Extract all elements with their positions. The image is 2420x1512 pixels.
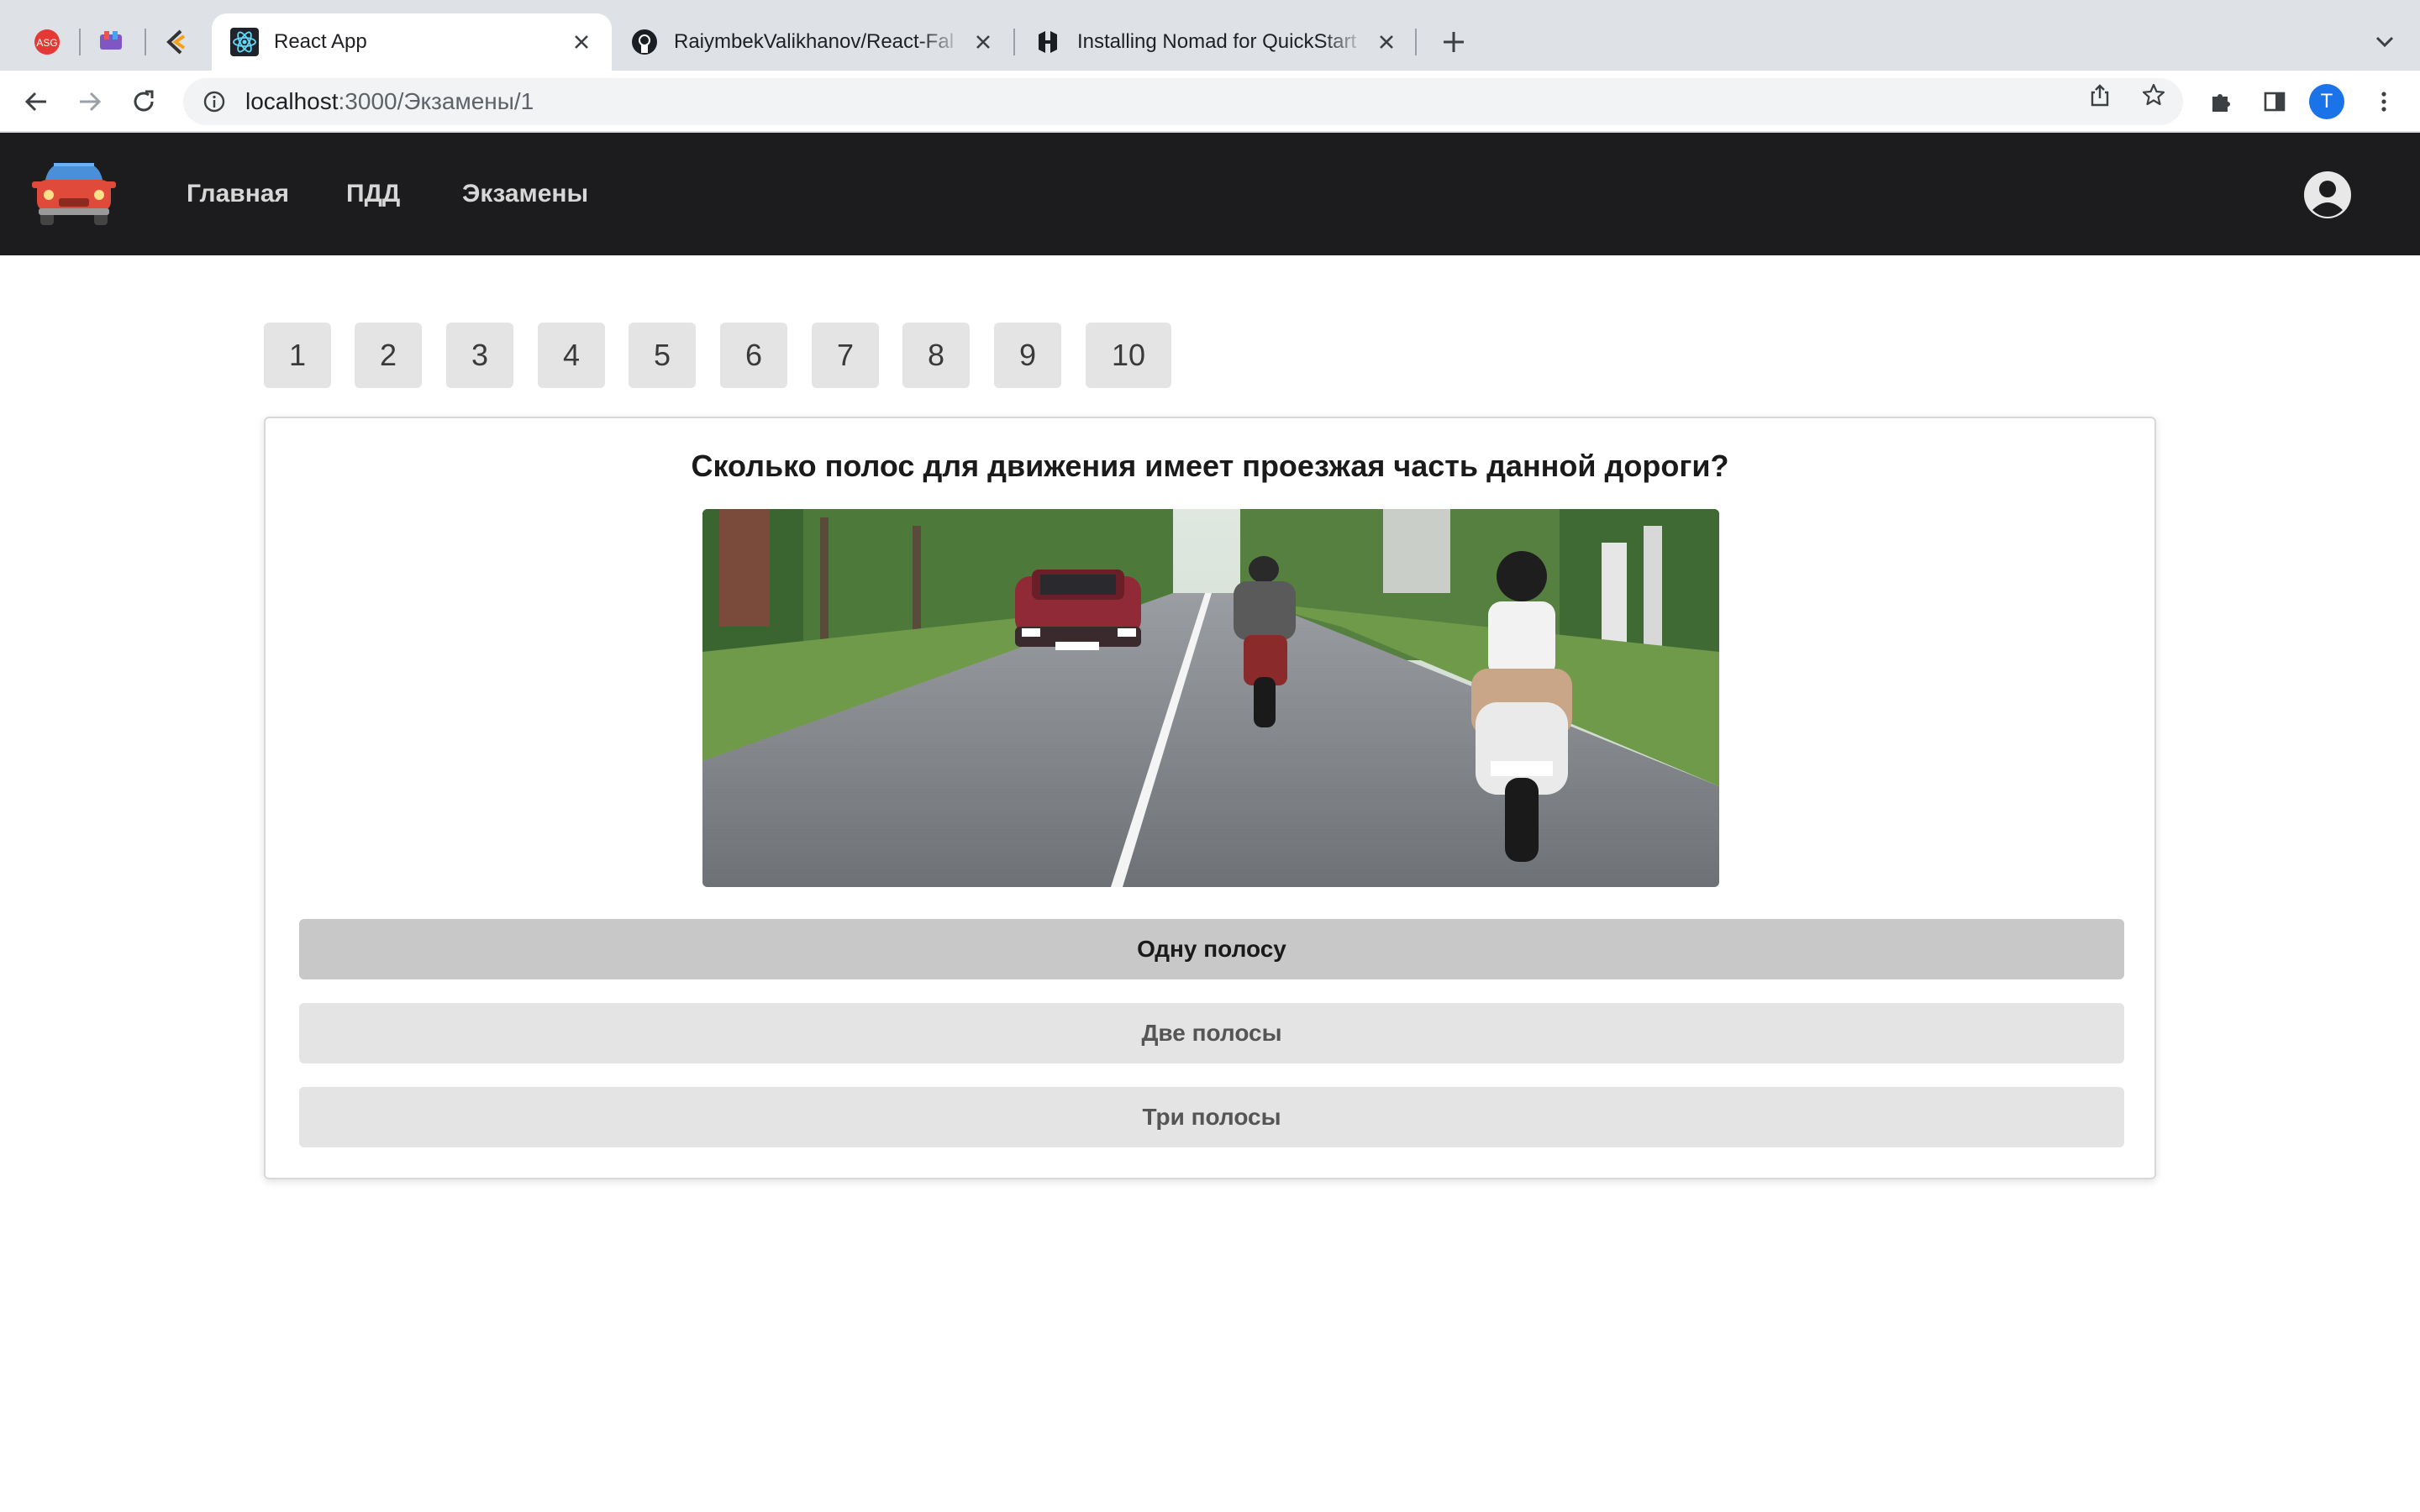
question-number-button[interactable]: 7 (812, 323, 879, 388)
tab-separator (1415, 29, 1417, 55)
question-number-button[interactable]: 4 (538, 323, 605, 388)
close-tab-icon[interactable] (570, 30, 593, 54)
question-card: Сколько полос для движения имеет проезжа… (264, 417, 2156, 1179)
nav-link-exams[interactable]: Экзамены (462, 180, 588, 208)
star-icon (2142, 83, 2165, 106)
question-text: Сколько полос для движения имеет проезжа… (691, 449, 1729, 483)
pinned-app-icon (166, 29, 186, 55)
tab-separator (145, 29, 146, 55)
answer-option[interactable]: Одну полосу (299, 919, 2124, 979)
question-number-button[interactable]: 9 (994, 323, 1061, 388)
pinned-tab[interactable] (91, 22, 131, 62)
new-tab-button[interactable] (1437, 25, 1470, 59)
tab-search-button[interactable] (2368, 25, 2402, 59)
svg-text:ASG: ASG (36, 37, 57, 49)
tab-title: RaiymbekValikhanov/React-Fal (674, 30, 955, 53)
tab-separator (79, 29, 81, 55)
tab-nomad[interactable]: Installing Nomad for QuickStart (1015, 13, 1417, 71)
info-icon[interactable] (202, 89, 227, 114)
share-button[interactable] (2086, 81, 2114, 109)
nav-link-home[interactable]: Главная (187, 180, 289, 208)
browser-tab-strip: ASG React App RaiymbekValikhanov/React-F… (0, 0, 2420, 71)
answer-option[interactable]: Две полосы (299, 1003, 2124, 1063)
nav-link-rules[interactable]: ПДД (346, 180, 400, 208)
url-text: localhost:3000/Экзамены/1 (245, 88, 534, 115)
share-icon (2091, 84, 2109, 107)
user-account-icon[interactable] (2302, 170, 2353, 220)
question-number-button[interactable]: 3 (446, 323, 513, 388)
reload-button[interactable] (126, 84, 161, 119)
tab-react-app[interactable]: React App (212, 13, 612, 71)
answer-option[interactable]: Три полосы (299, 1087, 2124, 1147)
browser-menu-button[interactable] (2366, 84, 2402, 119)
forward-button[interactable] (72, 84, 108, 119)
address-bar[interactable]: localhost:3000/Экзамены/1 (183, 78, 2183, 125)
arrow-left-icon (24, 92, 46, 112)
car-logo-icon[interactable] (30, 155, 118, 232)
profile-avatar[interactable]: T (2309, 84, 2344, 119)
reload-icon (134, 90, 154, 112)
chevron-down-icon (2375, 36, 2394, 48)
arrow-right-icon (80, 92, 102, 112)
pinned-app-icon: ASG (34, 29, 60, 55)
question-number-button[interactable]: 2 (355, 323, 422, 388)
question-number-button[interactable]: 1 (264, 323, 331, 388)
tab-title: React App (274, 30, 367, 53)
react-icon (230, 28, 259, 56)
side-panel-icon (2264, 92, 2286, 112)
close-tab-icon[interactable] (1375, 30, 1398, 54)
extensions-button[interactable] (2203, 84, 2238, 119)
question-number-button[interactable]: 6 (720, 323, 787, 388)
tab-title: Installing Nomad for QuickStart (1077, 30, 1357, 53)
pinned-app-icon (100, 31, 122, 50)
back-button[interactable] (18, 84, 54, 119)
bookmark-button[interactable] (2139, 81, 2168, 109)
plus-icon (1444, 32, 1464, 52)
tab-github[interactable]: RaiymbekValikhanov/React-Fal (612, 13, 1013, 71)
question-number-button[interactable]: 5 (629, 323, 696, 388)
question-number-button[interactable]: 10 (1086, 323, 1171, 388)
url-host: localhost (245, 88, 339, 114)
side-panel-button[interactable] (2257, 84, 2292, 119)
pinned-tab[interactable]: ASG (27, 22, 67, 62)
app-navbar: Главная ПДД Экзамены (0, 133, 2420, 255)
road-photo (702, 509, 1719, 887)
pinned-tab[interactable] (156, 22, 197, 62)
more-vertical-icon (2381, 92, 2386, 112)
url-path: :3000/Экзамены/1 (338, 88, 534, 114)
close-tab-icon[interactable] (971, 30, 995, 54)
browser-toolbar: localhost:3000/Экзамены/1 T (0, 71, 2420, 133)
github-icon (630, 28, 659, 56)
hashicorp-icon (1034, 28, 1062, 56)
puzzle-icon (2212, 94, 2230, 112)
question-number-button[interactable]: 8 (902, 323, 970, 388)
